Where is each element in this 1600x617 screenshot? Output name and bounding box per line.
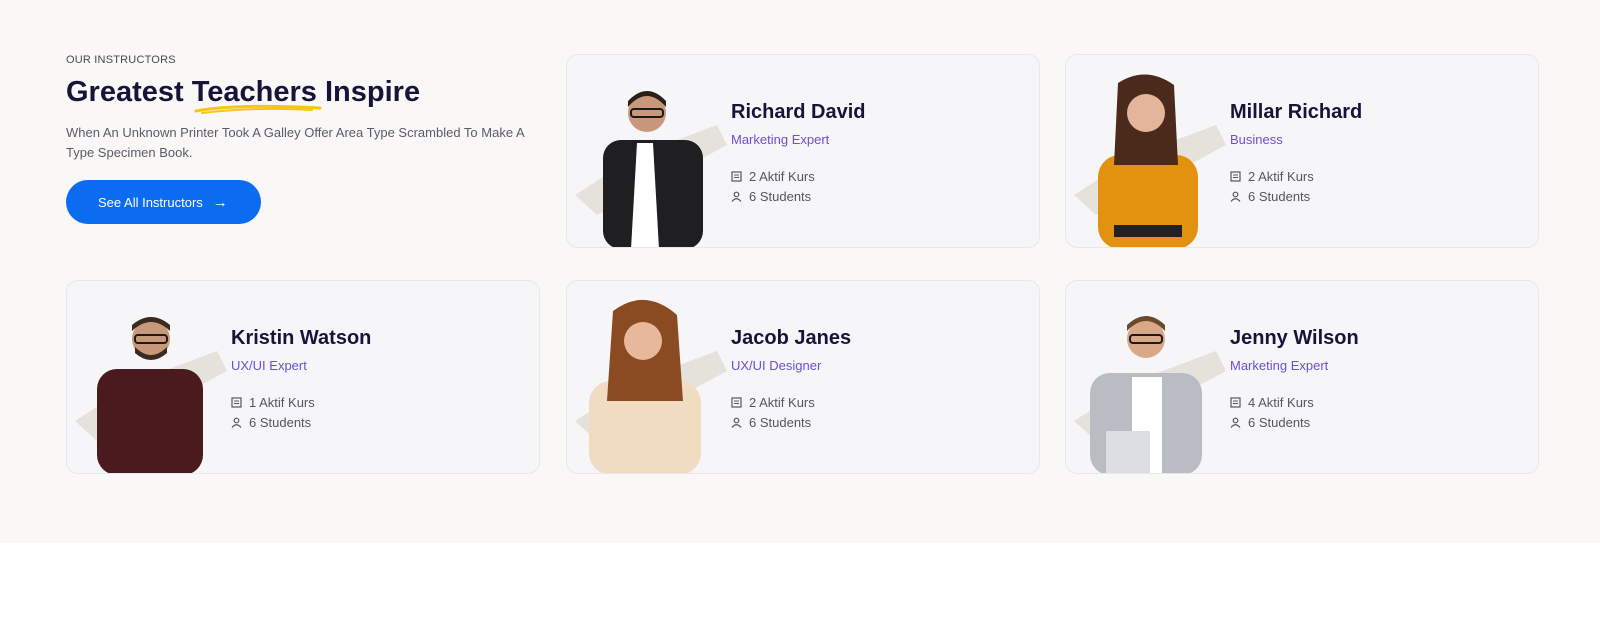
- courses-row: 1 Aktif Kurs: [231, 395, 371, 410]
- instructor-name[interactable]: Jacob Janes: [731, 327, 851, 350]
- user-icon: [1230, 417, 1241, 428]
- user-icon: [1230, 191, 1241, 202]
- instructor-photo: [575, 299, 727, 473]
- instructor-meta: 1 Aktif Kurs 6 Students: [231, 395, 371, 430]
- courses-row: 2 Aktif Kurs: [731, 395, 851, 410]
- instructor-name[interactable]: Millar Richard: [1230, 101, 1362, 124]
- instructor-photo: [575, 91, 727, 247]
- instructor-role: Business: [1230, 132, 1283, 147]
- instructor-info: Kristin Watson UX/UI Expert 1 Aktif Kurs…: [231, 327, 371, 435]
- book-icon: [1230, 171, 1241, 182]
- instructor-photo: [1074, 74, 1226, 247]
- instructor-card[interactable]: Kristin Watson UX/UI Expert 1 Aktif Kurs…: [66, 280, 540, 474]
- instructor-info: Richard David Marketing Expert 2 Aktif K…: [731, 101, 865, 209]
- instructor-name[interactable]: Richard David: [731, 101, 865, 124]
- students-row: 6 Students: [1230, 189, 1362, 204]
- instructor-role: UX/UI Designer: [731, 358, 822, 373]
- book-icon: [731, 171, 742, 182]
- students-row: 6 Students: [731, 415, 851, 430]
- courses-row: 2 Aktif Kurs: [731, 169, 865, 184]
- instructor-meta: 2 Aktif Kurs 6 Students: [731, 395, 851, 430]
- section-eyebrow: OUR INSTRUCTORS: [66, 54, 176, 66]
- see-all-instructors-button[interactable]: See All Instructors →: [66, 180, 261, 225]
- book-icon: [1230, 397, 1241, 408]
- courses-count: 2 Aktif Kurs: [749, 395, 815, 410]
- instructor-card[interactable]: Richard David Marketing Expert 2 Aktif K…: [566, 54, 1040, 248]
- courses-count: 4 Aktif Kurs: [1248, 395, 1314, 410]
- instructor-card[interactable]: Jenny Wilson Marketing Expert 4 Aktif Ku…: [1065, 280, 1539, 474]
- book-icon: [231, 397, 242, 408]
- arrow-right-icon: →: [212, 193, 228, 211]
- courses-count: 2 Aktif Kurs: [749, 169, 815, 184]
- book-icon: [731, 397, 742, 408]
- courses-row: 2 Aktif Kurs: [1230, 169, 1362, 184]
- instructor-card[interactable]: Millar Richard Business 2 Aktif Kurs 6 S…: [1065, 54, 1539, 248]
- students-count: 6 Students: [749, 189, 812, 204]
- instructor-name[interactable]: Kristin Watson: [231, 327, 371, 350]
- instructor-photo: [75, 317, 227, 473]
- students-row: 6 Students: [1230, 415, 1359, 430]
- instructor-card[interactable]: Jacob Janes UX/UI Designer 2 Aktif Kurs …: [566, 280, 1040, 474]
- see-all-instructors-label: See All Instructors: [98, 194, 203, 210]
- courses-count: 2 Aktif Kurs: [1248, 169, 1314, 184]
- instructor-meta: 2 Aktif Kurs 6 Students: [1230, 169, 1362, 204]
- students-count: 6 Students: [1248, 189, 1311, 204]
- title-underline-scribble: [194, 104, 322, 114]
- instructor-photo: [1074, 316, 1226, 473]
- user-icon: [231, 417, 242, 428]
- user-icon: [731, 191, 742, 202]
- instructor-name[interactable]: Jenny Wilson: [1230, 327, 1359, 350]
- students-row: 6 Students: [731, 189, 865, 204]
- instructor-role: Marketing Expert: [1230, 358, 1329, 373]
- students-count: 6 Students: [1248, 415, 1311, 430]
- students-count: 6 Students: [249, 415, 312, 430]
- section-description: When An Unknown Printer Took A Galley Of…: [66, 125, 524, 161]
- instructor-info: Jacob Janes UX/UI Designer 2 Aktif Kurs …: [731, 327, 851, 435]
- instructor-meta: 2 Aktif Kurs 6 Students: [731, 169, 865, 204]
- courses-row: 4 Aktif Kurs: [1230, 395, 1359, 410]
- instructor-role: Marketing Expert: [731, 132, 830, 147]
- instructor-info: Jenny Wilson Marketing Expert 4 Aktif Ku…: [1230, 327, 1359, 435]
- students-row: 6 Students: [231, 415, 371, 430]
- instructor-meta: 4 Aktif Kurs 6 Students: [1230, 395, 1359, 430]
- section-title: Greatest Teachers Inspire: [66, 76, 546, 114]
- user-icon: [731, 417, 742, 428]
- section-intro: OUR INSTRUCTORS Greatest Teachers Inspir…: [66, 54, 546, 225]
- instructors-section: OUR INSTRUCTORS Greatest Teachers Inspir…: [0, 0, 1600, 543]
- instructor-role: UX/UI Expert: [231, 358, 307, 373]
- instructor-info: Millar Richard Business 2 Aktif Kurs 6 S…: [1230, 101, 1362, 209]
- courses-count: 1 Aktif Kurs: [249, 395, 315, 410]
- students-count: 6 Students: [749, 415, 812, 430]
